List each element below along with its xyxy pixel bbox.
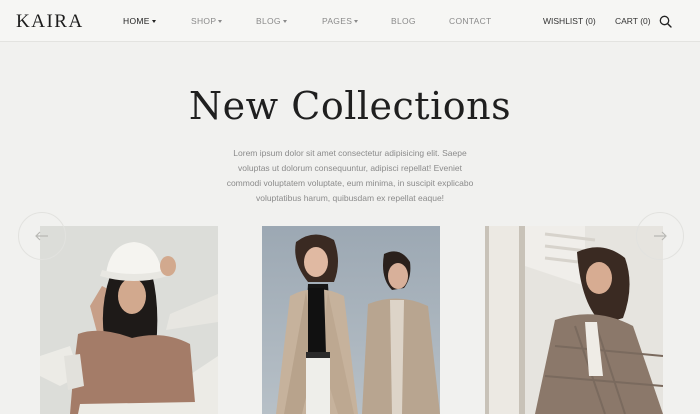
nav-item-pages[interactable]: PAGES xyxy=(322,16,359,26)
product-image-2[interactable] xyxy=(262,226,440,414)
nav-item-shop[interactable]: SHOP xyxy=(191,16,223,26)
nav-item-label: CONTACT xyxy=(449,16,492,26)
carousel-next-button[interactable] xyxy=(636,212,684,260)
page-title: New Collections xyxy=(188,84,512,128)
arrow-right-icon xyxy=(654,231,667,241)
chevron-down-icon xyxy=(218,20,223,23)
hero-description-line: voluptatibus harum, quibusdam ex repella… xyxy=(255,193,445,203)
site-logo[interactable]: KAIRA xyxy=(16,11,84,33)
nav-item-contact[interactable]: CONTACT xyxy=(449,16,492,26)
hero-description-line: commodi voluptatem voluptate, eum minima… xyxy=(226,178,474,188)
nav-item-label: HOME xyxy=(123,16,150,26)
search-icon[interactable] xyxy=(659,15,672,28)
hero-description-line: voluptas ut dolorum consequuntur, adipis… xyxy=(238,163,462,173)
chevron-down-icon xyxy=(151,20,156,23)
nav-item-label: PAGES xyxy=(322,16,353,26)
chevron-down-icon xyxy=(282,20,287,23)
wishlist-link[interactable]: WISHLIST (0) xyxy=(543,16,596,26)
hero-description-line: Lorem ipsum dolor sit amet consectetur a… xyxy=(233,148,467,158)
product-image-1[interactable] xyxy=(40,226,218,414)
nav-item-blog[interactable]: BLOG xyxy=(391,16,416,26)
nav-item-label: BLOG xyxy=(256,16,281,26)
arrow-left-icon xyxy=(35,231,48,241)
nav-item-label: BLOG xyxy=(391,16,416,26)
site-header: KAIRA HOME SHOP BLOG PAGES BLOG CONTACT … xyxy=(0,0,700,42)
nav-item-blog-menu[interactable]: BLOG xyxy=(256,16,287,26)
hero-description: Lorem ipsum dolor sit amet consectetur a… xyxy=(195,146,505,206)
carousel-prev-button[interactable] xyxy=(18,212,66,260)
cart-link[interactable]: CART (0) xyxy=(615,16,651,26)
nav-item-label: SHOP xyxy=(191,16,217,26)
product-image-3[interactable] xyxy=(485,226,663,414)
chevron-down-icon xyxy=(354,20,359,23)
nav-item-home[interactable]: HOME xyxy=(123,16,156,26)
